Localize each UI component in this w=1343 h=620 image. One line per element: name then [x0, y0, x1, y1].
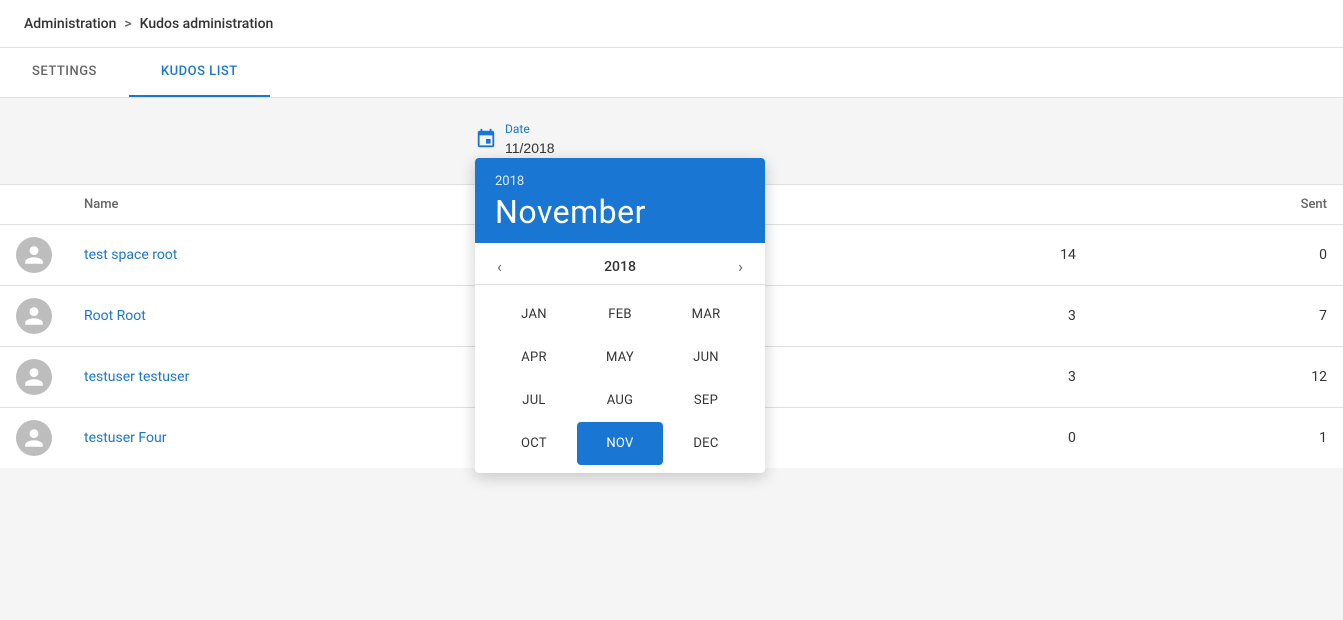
breadcrumb-current: Kudos administration	[140, 16, 274, 32]
date-input[interactable]	[505, 138, 625, 160]
calendar-months-grid: JANFEBMAR APRMAYJUN JULAUGSEP OCTNOVDEC	[475, 285, 765, 473]
calendar-month-cell[interactable]: DEC	[663, 422, 749, 465]
main-content: Date Name Received	[0, 98, 1343, 618]
calendar-prev-btn[interactable]: ‹	[491, 253, 508, 280]
calendar-month-cell[interactable]: JAN	[491, 293, 577, 336]
user-name-link[interactable]: testuser testuser	[84, 369, 189, 385]
tab-settings[interactable]: SETTINGS	[0, 48, 129, 97]
user-name-link[interactable]: Root Root	[84, 308, 146, 324]
calendar-overlay: 2018 November ‹ 2018 › JANFEBMAR APRMAYJU…	[475, 158, 765, 473]
calendar-month-cell[interactable]: JUL	[491, 379, 577, 422]
avatar	[16, 237, 52, 273]
user-name-link[interactable]: testuser Four	[84, 430, 166, 446]
breadcrumb-root[interactable]: Administration	[24, 16, 116, 32]
date-label: Date	[505, 122, 625, 136]
calendar-month-cell[interactable]: MAY	[577, 336, 663, 379]
sent-cell: 12	[1092, 347, 1343, 408]
calendar-month-cell[interactable]: JUN	[663, 336, 749, 379]
calendar-icon[interactable]	[475, 128, 497, 155]
calendar-year: 2018	[495, 174, 745, 189]
sent-cell: 0	[1092, 225, 1343, 286]
date-field-group: Date	[505, 122, 625, 160]
user-name-link[interactable]: test space root	[84, 247, 177, 263]
date-input-wrapper: Date	[475, 122, 625, 160]
calendar-month-cell[interactable]: OCT	[491, 422, 577, 465]
avatar	[16, 298, 52, 334]
calendar-nav: ‹ 2018 ›	[475, 243, 765, 285]
breadcrumb: Administration > Kudos administration	[0, 0, 1343, 48]
sent-cell: 1	[1092, 408, 1343, 469]
avatar-cell	[0, 286, 68, 347]
calendar-month: November	[495, 193, 745, 231]
avatar	[16, 420, 52, 456]
calendar-month-cell[interactable]: AUG	[577, 379, 663, 422]
avatar-cell	[0, 408, 68, 469]
col-avatar-header	[0, 185, 68, 225]
tab-kudos-list[interactable]: KUDOS LIST	[129, 48, 270, 97]
calendar-month-cell[interactable]: APR	[491, 336, 577, 379]
breadcrumb-separator: >	[124, 16, 131, 32]
tabs-bar: SETTINGS KUDOS LIST	[0, 48, 1343, 98]
col-sent-header[interactable]: Sent	[1092, 185, 1343, 225]
avatar-cell	[0, 347, 68, 408]
calendar-header: 2018 November	[475, 158, 765, 243]
calendar-nav-year: 2018	[604, 259, 636, 275]
calendar-month-cell[interactable]: MAR	[663, 293, 749, 336]
avatar-cell	[0, 225, 68, 286]
calendar-month-cell[interactable]: FEB	[577, 293, 663, 336]
avatar	[16, 359, 52, 395]
sent-cell: 7	[1092, 286, 1343, 347]
calendar-month-cell[interactable]: NOV	[577, 422, 663, 465]
calendar-next-btn[interactable]: ›	[732, 253, 749, 280]
calendar-month-cell[interactable]: SEP	[663, 379, 749, 422]
